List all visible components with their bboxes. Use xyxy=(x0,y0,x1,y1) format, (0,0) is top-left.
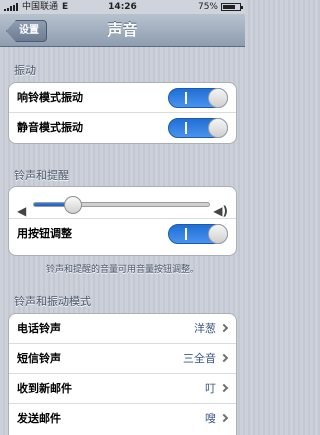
toggle-knob xyxy=(208,224,228,244)
ringer-footnote: 铃声和提醒的音量可用音量按钮调整。 xyxy=(45,265,199,275)
row-value: 洋葱 xyxy=(194,322,216,335)
row-value: 嗖 xyxy=(205,412,216,425)
battery-icon xyxy=(221,3,243,11)
change-with-buttons-toggle[interactable] xyxy=(168,224,228,244)
row-label: 用按钮调整 xyxy=(17,227,72,240)
row-value: 叮 xyxy=(205,382,216,395)
vibrate-on-silent-row: 静音模式振动 xyxy=(9,113,236,143)
row-label: 短信铃声 xyxy=(17,352,61,365)
toggle-on-mark xyxy=(185,122,187,134)
chevron-right-icon xyxy=(219,383,229,393)
patterns-group: 电话铃声 洋葱 短信铃声 三全音 收到新邮件 叮 发送邮件 嗖 xyxy=(8,313,237,435)
navigation-bar: 声音 设置 xyxy=(0,14,245,47)
chevron-right-icon xyxy=(219,323,229,333)
change-with-buttons-row: 用按钮调整 xyxy=(9,219,236,249)
vibrate-on-ring-row: 响铃模式振动 xyxy=(9,83,236,113)
vibrate-on-silent-toggle[interactable] xyxy=(168,118,228,138)
toggle-on-mark xyxy=(185,228,187,240)
section-header-vibrate: 振动 xyxy=(14,64,36,77)
volume-slider[interactable] xyxy=(33,196,210,214)
battery-percent: 75% xyxy=(197,2,218,12)
row-label: 发送邮件 xyxy=(17,412,61,425)
toggle-knob xyxy=(208,88,228,108)
volume-slider-thumb[interactable] xyxy=(63,196,82,214)
vibrate-group: 响铃模式振动 静音模式振动 xyxy=(8,82,237,144)
sent-mail-row[interactable]: 发送邮件 嗖 xyxy=(9,404,236,434)
new-mail-row[interactable]: 收到新邮件 叮 xyxy=(9,374,236,404)
row-label: 静音模式振动 xyxy=(17,121,83,134)
row-label: 收到新邮件 xyxy=(17,382,72,395)
ringtone-row[interactable]: 电话铃声 洋葱 xyxy=(9,314,236,344)
text-tone-row[interactable]: 短信铃声 三全音 xyxy=(9,344,236,374)
chevron-right-icon xyxy=(219,353,229,363)
status-right: 75% xyxy=(197,0,243,14)
chevron-right-icon xyxy=(219,413,229,423)
toggle-on-mark xyxy=(185,92,187,104)
volume-slider-row: ◀ ◀) xyxy=(9,187,236,219)
vibrate-on-ring-toggle[interactable] xyxy=(168,88,228,108)
section-header-ringer: 铃声和提醒 xyxy=(14,169,69,182)
row-value: 三全音 xyxy=(183,352,216,365)
status-bar: 中国联通 E 14:26 75% xyxy=(0,0,245,14)
ringer-group: ◀ ◀) 用按钮调整 xyxy=(8,186,237,256)
row-label: 响铃模式振动 xyxy=(17,91,83,104)
section-header-patterns: 铃声和振动模式 xyxy=(14,295,91,308)
row-label: 电话铃声 xyxy=(17,322,61,335)
toggle-knob xyxy=(208,118,228,138)
